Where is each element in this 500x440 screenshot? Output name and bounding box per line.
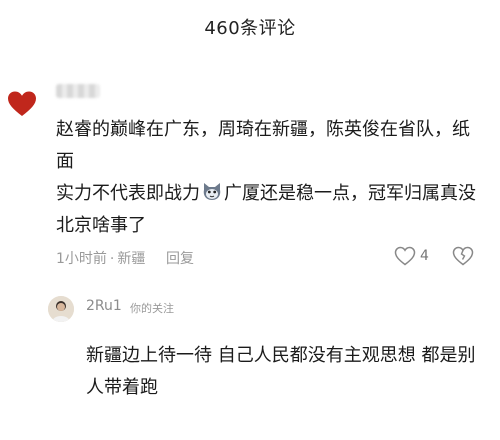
reply-username[interactable]: 2Ru1	[86, 298, 122, 314]
reply-text: 新疆边上待一待 自己人民都没有主观思想 都是别 人带着跑	[86, 340, 486, 404]
comment-line: 赵睿的巅峰在广东，周琦在新疆，陈英俊在省队，纸面	[56, 119, 470, 172]
reply-avatar[interactable]	[48, 296, 74, 322]
comment-meta: 1小时前 · 新疆	[56, 248, 145, 268]
broken-heart-icon	[452, 246, 474, 266]
username-blurred[interactable]	[56, 82, 100, 100]
comment-segment: 广厦还是稳一点，冠军归属真没	[224, 183, 476, 204]
comment-time: 1小时前	[56, 251, 107, 267]
like-button[interactable]: 4	[394, 244, 429, 268]
comment-line: 北京啥事了	[56, 215, 146, 236]
reply-line: 新疆边上待一待 自己人民都没有主观思想 都是别	[86, 345, 476, 366]
follow-tag: 你的关注	[130, 302, 174, 315]
dislike-button[interactable]	[452, 244, 474, 268]
comment-line: 实力不代表即战力 广厦还是稳一点，冠军归属真没	[56, 178, 486, 210]
heart-outline-icon	[394, 246, 416, 266]
comment-text: 赵睿的巅峰在广东，周琦在新疆，陈英俊在省队，纸面 实力不代表即战力 广厦还是稳一…	[56, 114, 486, 242]
comment-item: 赵睿的巅峰在广东，周琦在新疆，陈英俊在省队，纸面 实力不代表即战力 广厦还是稳一…	[0, 72, 500, 292]
reply-line: 人带着跑	[86, 377, 158, 398]
comment-segment: 实力不代表即战力	[56, 183, 200, 204]
meta-separator: ·	[109, 251, 115, 267]
comments-header: 460条评论	[0, 0, 500, 62]
cat-emoji-icon	[201, 181, 223, 201]
comment-location: 新疆	[117, 251, 146, 267]
person-photo-icon	[48, 296, 74, 322]
like-count: 4	[420, 248, 429, 264]
reply-item: 2Ru1 你的关注 新疆边上待一待 自己人民都没有主观思想 都是别 人带着跑	[0, 292, 500, 440]
comment-count-title: 460条评论	[204, 18, 296, 39]
user-avatar[interactable]	[4, 86, 40, 122]
reply-button[interactable]: 回复	[166, 248, 194, 268]
red-heart-icon	[8, 91, 36, 116]
